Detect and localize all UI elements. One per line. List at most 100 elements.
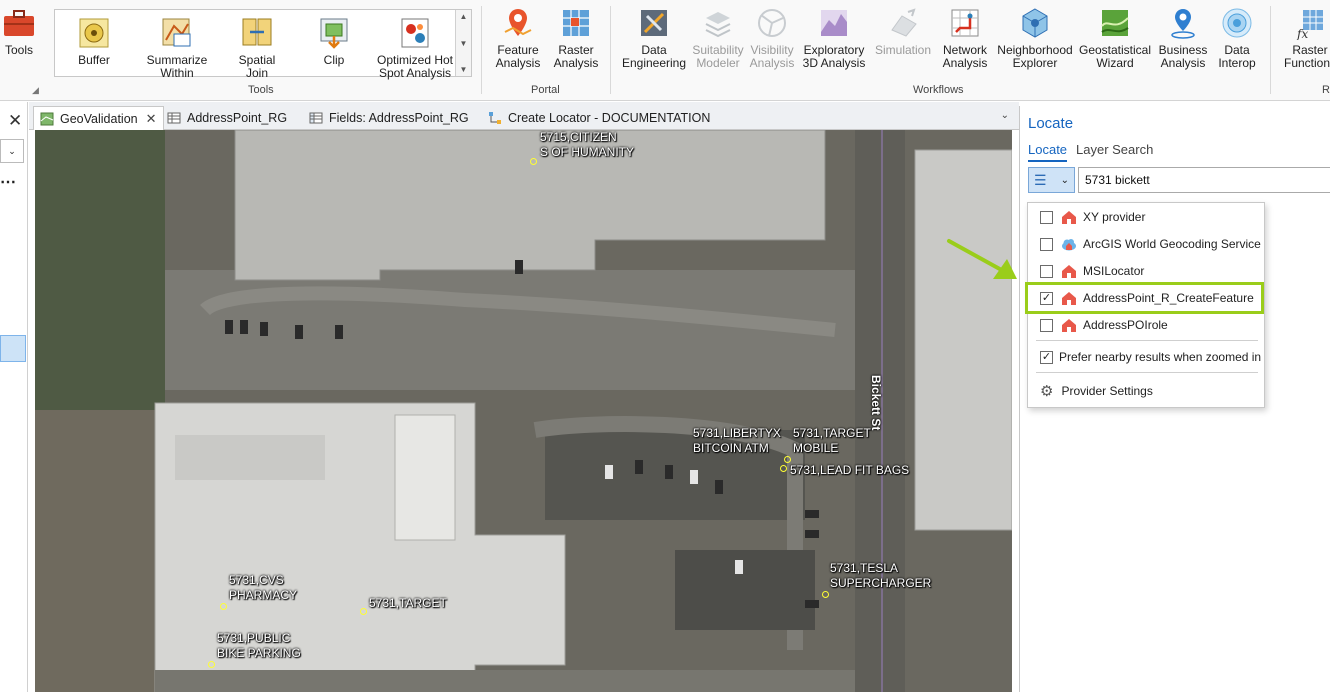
provider-checkbox[interactable] (1040, 237, 1053, 251)
map-label: 5731,TARGET MOBILE (793, 426, 871, 455)
cloud-locator-icon (1062, 239, 1076, 251)
tab-addresspoint-rg[interactable]: AddressPoint_RG (161, 106, 293, 130)
clip-button[interactable]: Clip (317, 16, 351, 67)
buffer-icon (79, 18, 109, 48)
raster-functions-icon: fx (1296, 10, 1323, 40)
raster-functions-button[interactable]: fx Raster Functions (1278, 6, 1330, 70)
map-view[interactable]: 5715,CITIZEN S OF HUMANITY 5731,LIBERTYX… (35, 130, 1012, 692)
network-analysis-icon (951, 9, 979, 37)
providers-dropdown-button[interactable]: ☰ ⌄ (1028, 167, 1075, 193)
tab-geovalidation[interactable]: GeoValidation ✕ (33, 106, 164, 130)
neighborhood-explorer-button[interactable]: Neighborhood Explorer (995, 6, 1075, 70)
address-point[interactable] (822, 591, 829, 598)
provider-checkbox[interactable] (1040, 264, 1053, 278)
toolbox-icon (4, 10, 34, 36)
suitability-modeler-button[interactable]: Suitability Modeler (690, 6, 746, 70)
group-separator (481, 6, 482, 94)
provider-xy[interactable]: XY provider (1028, 205, 1264, 229)
gallery-scrollbar[interactable]: ▲ ▼ ▼ (455, 10, 471, 76)
map-label: 5715,CITIZEN S OF HUMANITY (540, 130, 635, 159)
prefer-nearby-option[interactable]: ✓ Prefer nearby results when zoomed in (1028, 345, 1264, 369)
data-interop-icon (1222, 8, 1252, 38)
optimized-hot-spot-button[interactable]: Optimized Hot Spot Analysis (373, 16, 457, 80)
address-point[interactable] (220, 603, 227, 610)
street-label: Bickett St (869, 375, 883, 431)
simulation-button[interactable]: Simulation (874, 6, 932, 57)
address-point[interactable] (530, 158, 537, 165)
map-label: 5731,TARGET (369, 596, 447, 610)
summarize-within-button[interactable]: Summarize Within (147, 16, 207, 80)
group-label-raster: R (1322, 84, 1330, 96)
data-interop-button[interactable]: Data Interop (1213, 6, 1261, 70)
business-analysis-button[interactable]: Business Analysis (1155, 6, 1211, 70)
geostatistical-wizard-button[interactable]: Geostatistical Wizard (1078, 6, 1152, 70)
address-point[interactable] (784, 456, 791, 463)
more-options-icon[interactable]: ⋯ (0, 172, 17, 192)
annotation-arrow-icon (947, 239, 1017, 279)
provider-addresspoirole[interactable]: AddressPOIrole (1028, 313, 1264, 337)
chevron-down-icon: ⌄ (1060, 174, 1069, 186)
simulation-icon (891, 8, 917, 37)
filter-sliders-icon: ☰ (1034, 171, 1047, 188)
chevron-down-icon[interactable]: ▼ (460, 39, 468, 48)
tools-button[interactable]: Tools (2, 6, 36, 57)
pane-title: Locate (1028, 115, 1074, 132)
aerial-imagery (35, 130, 1012, 692)
buffer-button[interactable]: Buffer (77, 16, 111, 67)
chevron-down-icon[interactable]: ⌄ (0, 139, 24, 163)
suitability-modeler-icon (705, 12, 731, 38)
selected-layer-row[interactable] (0, 335, 26, 362)
chevron-down-icon[interactable]: ⌄ (1001, 110, 1009, 121)
close-icon[interactable]: ✕ (8, 111, 22, 131)
dialog-launcher-icon[interactable]: ◢ (32, 85, 39, 96)
gallery-expand-icon[interactable]: ▼ (460, 65, 468, 74)
address-point[interactable] (208, 661, 215, 668)
feature-analysis-button[interactable]: Feature Analysis (490, 6, 546, 70)
exploratory-3d-icon (821, 10, 847, 36)
visibility-analysis-icon (758, 9, 786, 37)
address-point[interactable] (360, 608, 367, 615)
group-label-portal: Portal (531, 84, 560, 96)
chevron-up-icon[interactable]: ▲ (460, 12, 468, 21)
tab-locate[interactable]: Locate (1028, 142, 1068, 162)
neighborhood-explorer-icon (1022, 8, 1048, 38)
address-point[interactable] (780, 465, 787, 472)
gear-icon: ⚙ (1040, 383, 1054, 400)
close-icon[interactable]: ✕ (146, 111, 157, 127)
geostatistical-wizard-icon (1101, 10, 1129, 36)
exploratory-3d-button[interactable]: Exploratory 3D Analysis (800, 6, 868, 70)
raster-analysis-icon (563, 10, 589, 36)
map-label: 5731,LEAD FIT BAGS (790, 463, 910, 477)
map-label: 5731,PUBLIC BIKE PARKING (217, 631, 301, 660)
data-engineering-icon (641, 10, 667, 36)
tab-fields-addresspoint-rg[interactable]: Fields: AddressPoint_RG (303, 106, 475, 130)
divider (1036, 372, 1258, 373)
search-input[interactable]: 5731 bickett (1078, 167, 1330, 193)
provider-checkbox[interactable] (1040, 318, 1053, 332)
summarize-within-icon (162, 18, 191, 47)
svg-text:fx: fx (1296, 27, 1308, 40)
tab-create-locator[interactable]: Create Locator - DOCUMENTATION (482, 106, 716, 130)
ribbon: Tools ◢ Buffer Summarize Within Spatial … (0, 0, 1330, 101)
locator-icon (1062, 211, 1076, 224)
prefer-nearby-checkbox[interactable]: ✓ (1040, 350, 1053, 364)
locator-icon (1062, 319, 1076, 332)
visibility-analysis-button[interactable]: Visibility Analysis (746, 6, 798, 70)
group-separator (610, 6, 611, 94)
fields-icon (309, 112, 323, 124)
provider-world-geocoding[interactable]: ArcGIS World Geocoding Service (1028, 232, 1264, 256)
provider-msilocator[interactable]: MSILocator (1028, 259, 1264, 283)
provider-settings-item[interactable]: ⚙ Provider Settings (1028, 379, 1264, 403)
group-label-workflows: Workflows (913, 84, 964, 96)
data-engineering-button[interactable]: Data Engineering (621, 6, 687, 70)
map-label: 5731,LIBERTYX BITCOIN ATM (693, 426, 781, 455)
network-analysis-button[interactable]: Network Analysis (940, 6, 990, 70)
tab-layer-search[interactable]: Layer Search (1076, 142, 1153, 157)
raster-analysis-button[interactable]: Raster Analysis (548, 6, 604, 70)
provider-checkbox[interactable] (1040, 210, 1053, 224)
table-icon (167, 112, 181, 124)
spatial-join-button[interactable]: Spatial Join (231, 16, 283, 80)
map-label: 5731,TESLA SUPERCHARGER (830, 561, 932, 590)
business-analysis-icon (1171, 9, 1195, 39)
model-icon (489, 112, 501, 124)
